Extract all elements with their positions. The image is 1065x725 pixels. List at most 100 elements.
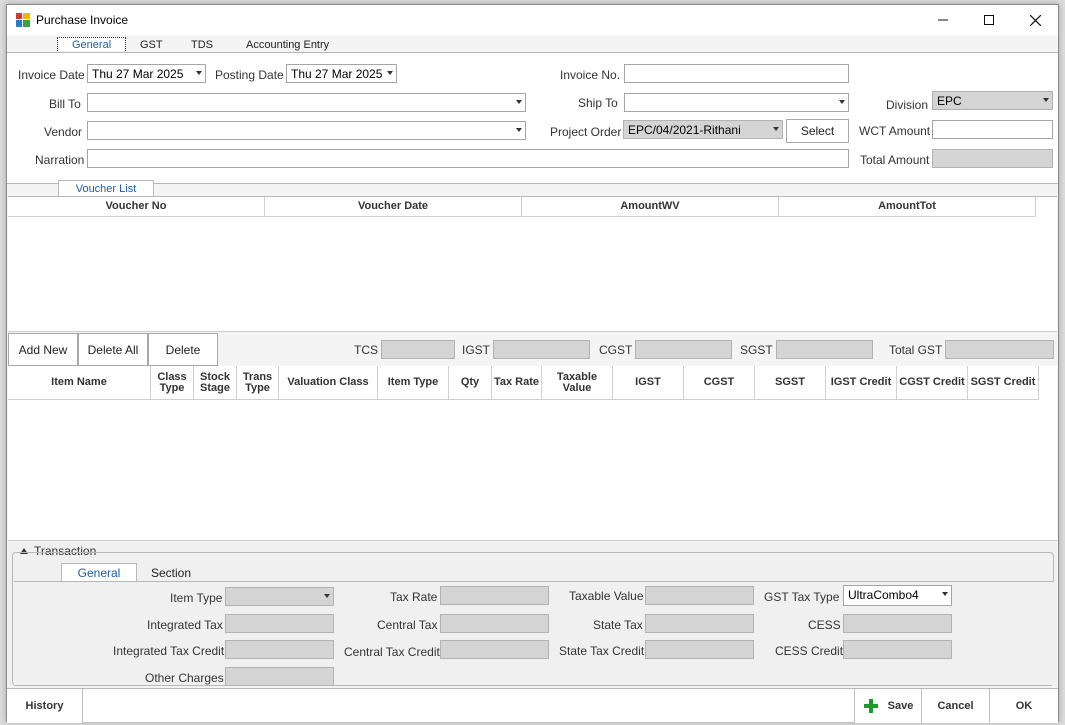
chevron-down-icon [942,592,948,596]
other-charges-field [225,667,334,686]
delete-all-button[interactable]: Delete All [78,333,148,366]
posting-date-picker[interactable]: Thu 27 Mar 2025 [286,64,397,83]
general-panel: Invoice Date Thu 27 Mar 2025 Posting Dat… [7,52,1058,184]
tax-rate-field [440,586,549,605]
col-class-type[interactable]: Class Type [151,366,194,400]
col-igst-credit[interactable]: IGST Credit [826,366,897,400]
maximize-icon [984,15,994,25]
tab-transaction-general[interactable]: General [61,563,137,582]
maximize-button[interactable] [966,5,1012,35]
minimize-button[interactable] [920,5,966,35]
posting-date-value: Thu 27 Mar 2025 [291,67,383,81]
integrated-tax-field [225,614,334,633]
save-button[interactable]: Save [854,689,922,723]
wct-amount-input[interactable] [932,120,1053,139]
plus-icon [863,699,878,713]
project-order-label: Project Order [550,125,622,139]
col-sgst[interactable]: SGST [755,366,826,400]
invoice-date-label: Invoice Date [18,68,85,82]
select-button[interactable]: Select [786,119,849,143]
history-button[interactable]: History [7,689,83,723]
col-voucher-no[interactable]: Voucher No [8,197,265,217]
tab-accounting-entry[interactable]: Accounting Entry [246,38,329,52]
col-trans-type[interactable]: Trans Type [237,366,279,400]
col-voucher-date[interactable]: Voucher Date [265,197,522,217]
integrated-tax-credit-label: Integrated Tax Credit [113,644,225,658]
bill-to-combo[interactable] [87,93,526,112]
division-label: Division [886,98,929,112]
delete-button[interactable]: Delete [148,333,218,366]
vendor-combo[interactable] [87,121,526,140]
invoice-date-value: Thu 27 Mar 2025 [92,67,184,81]
col-sgst-credit[interactable]: SGST Credit [968,366,1039,400]
project-order-combo[interactable]: EPC/04/2021-Rithani [623,120,783,139]
cancel-button[interactable]: Cancel [922,689,990,723]
window-title: Purchase Invoice [36,13,129,27]
posting-date-label: Posting Date [215,68,284,82]
col-igst[interactable]: IGST [613,366,684,400]
close-icon [1029,14,1041,26]
transaction-group: Transaction General Section Item Type Ta… [8,542,1057,686]
chevron-down-icon [839,100,845,104]
total-amount-field [932,149,1053,168]
voucher-grid[interactable]: Voucher No Voucher Date AmountWV AmountT… [8,196,1057,332]
col-item-type[interactable]: Item Type [378,366,449,400]
invoice-date-picker[interactable]: Thu 27 Mar 2025 [87,64,206,83]
ship-to-combo[interactable] [624,93,849,112]
tab-gst[interactable]: GST [140,38,163,52]
tcs-label: TCS [354,343,378,357]
total-amount-label: Total Amount [860,153,930,167]
col-cgst[interactable]: CGST [684,366,755,400]
central-tax-field [440,614,549,633]
state-tax-credit-label: State Tax Credit [559,644,645,658]
col-stock-stage[interactable]: Stock Stage [194,366,237,400]
division-value: EPC [937,94,962,108]
cess-field [843,614,952,633]
cess-credit-label: CESS Credit [775,644,844,658]
minimize-icon [938,19,948,21]
invoice-no-input[interactable] [624,64,849,83]
close-button[interactable] [1012,5,1058,35]
col-cgst-credit[interactable]: CGST Credit [897,366,968,400]
other-charges-label: Other Charges [145,671,224,685]
state-tax-field [645,614,754,633]
vendor-label: Vendor [44,125,83,139]
col-amount-wv[interactable]: AmountWV [522,197,779,217]
col-valuation-class[interactable]: Valuation Class [279,366,378,400]
taxable-value-field [645,586,754,605]
title-bar: Purchase Invoice [7,5,1058,35]
col-taxable-value[interactable]: Taxable Value [542,366,613,400]
add-new-button[interactable]: Add New [8,333,78,366]
cess-label: CESS [808,618,841,632]
item-type-combo[interactable] [225,587,334,606]
gst-tax-type-combo[interactable]: UltraCombo4 [843,585,952,606]
tax-rate-label: Tax Rate [390,590,438,604]
narration-input[interactable] [87,149,849,168]
ok-button[interactable]: OK [990,689,1058,723]
division-combo[interactable]: EPC [932,91,1053,110]
state-tax-label: State Tax [593,618,643,632]
chevron-down-icon [196,71,202,75]
tab-transaction-section[interactable]: Section [151,566,191,580]
cgst-label: CGST [599,343,633,357]
gst-tax-type-value: UltraCombo4 [848,588,919,602]
app-icon [16,13,30,27]
igst-field [493,340,590,359]
col-item-name[interactable]: Item Name [8,366,151,400]
project-order-value: EPC/04/2021-Rithani [628,123,741,137]
tab-tds[interactable]: TDS [191,38,213,52]
state-tax-credit-field [645,640,754,659]
col-qty[interactable]: Qty [449,366,492,400]
ship-to-label: Ship To [578,96,618,110]
col-tax-rate[interactable]: Tax Rate [492,366,542,400]
footer-bar: History Save Cancel OK [7,688,1058,723]
sgst-label: SGST [740,343,773,357]
col-amount-tot[interactable]: AmountTot [779,197,1036,217]
items-grid[interactable]: Item Name Class Type Stock Stage Trans T… [8,366,1057,541]
chevron-down-icon [387,71,393,75]
transaction-body: Item Type Tax Rate Taxable Value GST Tax… [14,581,1054,686]
tab-general[interactable]: General [57,37,127,51]
gst-tax-type-label: GST Tax Type [764,590,840,604]
tab-voucher-list[interactable]: Voucher List [58,180,154,197]
narration-label: Narration [35,153,85,167]
